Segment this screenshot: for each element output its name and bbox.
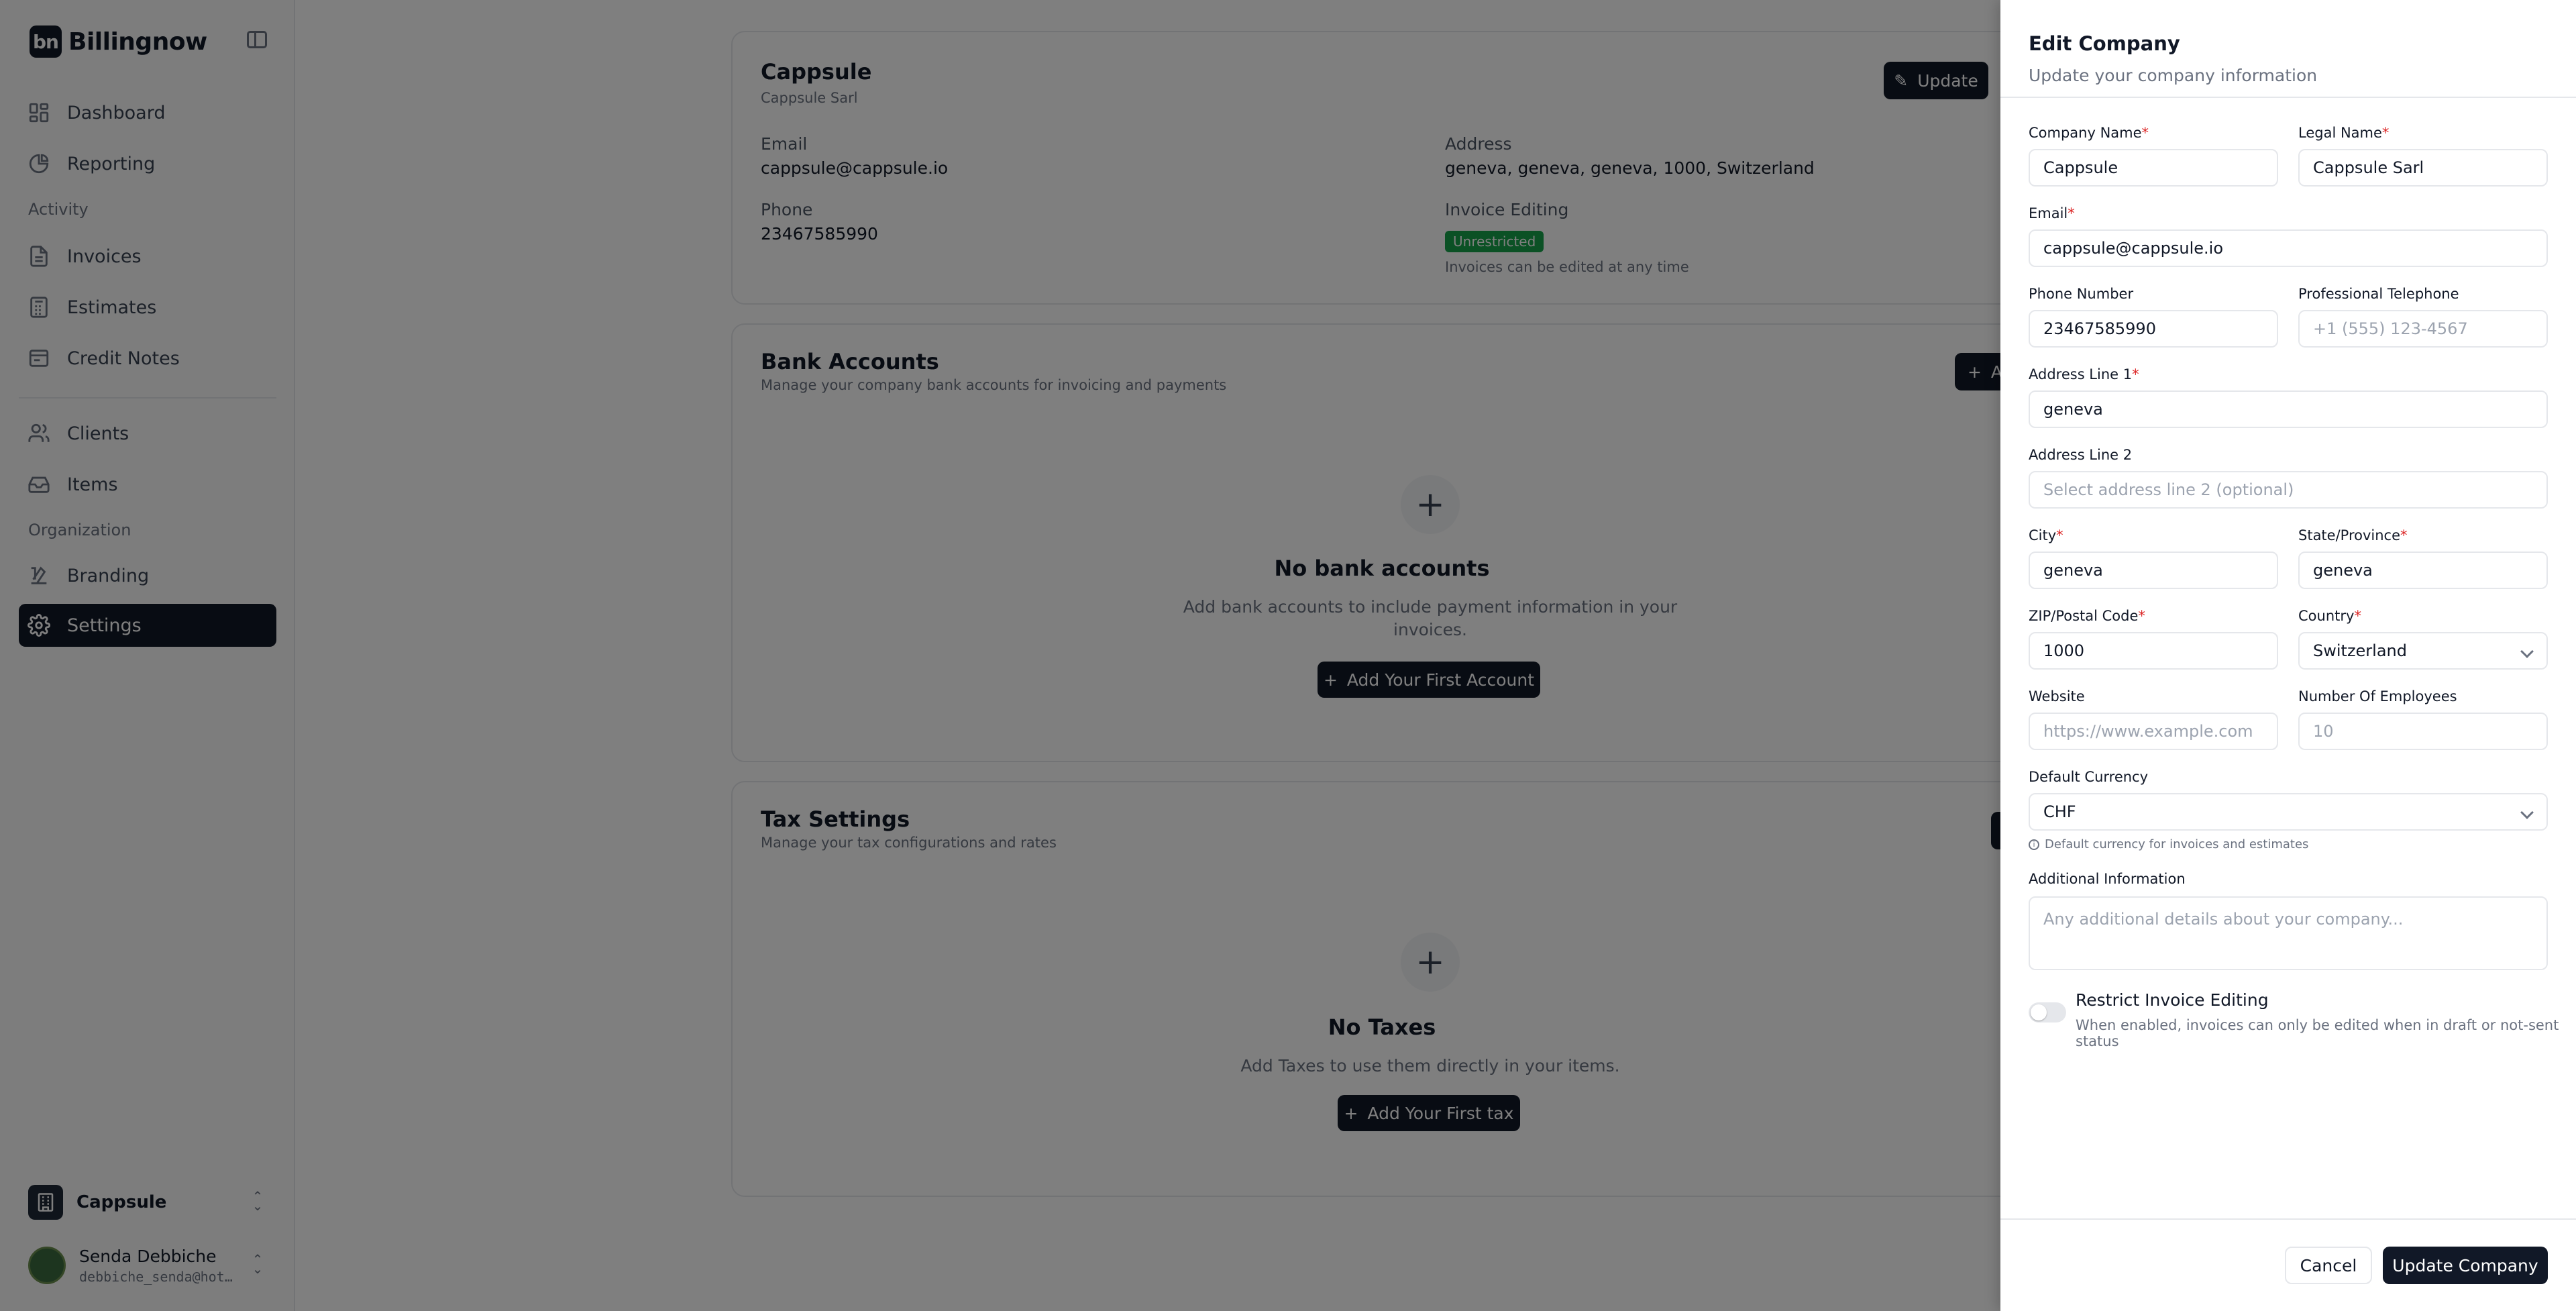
state-input[interactable]: geneva xyxy=(2298,552,2548,589)
update-company-button[interactable]: Update Company xyxy=(2383,1247,2548,1284)
additional-info-label: Additional Information xyxy=(2029,871,2186,887)
city-input[interactable]: geneva xyxy=(2029,552,2278,589)
currency-select[interactable]: CHF xyxy=(2029,793,2548,831)
address-line1-input[interactable]: geneva xyxy=(2029,390,2548,428)
address-line2-input[interactable]: Select address line 2 (optional) xyxy=(2029,471,2548,509)
employees-label: Number Of Employees xyxy=(2298,688,2457,704)
additional-info-textarea[interactable]: Any additional details about your compan… xyxy=(2029,896,2548,970)
drawer-divider xyxy=(2000,97,2576,98)
cancel-button[interactable]: Cancel xyxy=(2285,1247,2372,1284)
restrict-invoice-title: Restrict Invoice Editing xyxy=(2076,990,2269,1010)
address-line2-label: Address Line 2 xyxy=(2029,447,2133,463)
professional-telephone-input[interactable]: +1 (555) 123-4567 xyxy=(2298,310,2548,348)
info-icon: i xyxy=(2029,839,2039,850)
restrict-invoice-toggle[interactable] xyxy=(2029,1002,2066,1022)
country-label: Country* xyxy=(2298,608,2361,624)
legal-name-input[interactable]: Cappsule Sarl xyxy=(2298,149,2548,187)
country-select[interactable]: Switzerland xyxy=(2298,632,2548,670)
drawer-subtitle: Update your company information xyxy=(2029,66,2318,85)
currency-label: Default Currency xyxy=(2029,769,2149,785)
restrict-invoice-desc: When enabled, invoices can only be edite… xyxy=(2076,1017,2559,1049)
drawer-title: Edit Company xyxy=(2029,32,2180,55)
company-name-label: Company Name* xyxy=(2029,125,2149,141)
chevron-down-icon xyxy=(2520,645,2534,658)
website-input[interactable]: https://www.example.com xyxy=(2029,713,2278,750)
drawer-footer-divider xyxy=(2000,1218,2576,1220)
professional-telephone-label: Professional Telephone xyxy=(2298,286,2459,302)
email-label: Email* xyxy=(2029,205,2075,221)
edit-company-drawer: Edit Company Update your company informa… xyxy=(2000,0,2576,1311)
city-label: City* xyxy=(2029,527,2063,543)
state-label: State/Province* xyxy=(2298,527,2408,543)
phone-number-input[interactable]: 23467585990 xyxy=(2029,310,2278,348)
currency-hint: i Default currency for invoices and esti… xyxy=(2029,837,2308,851)
email-field[interactable]: cappsule@cappsule.io xyxy=(2029,229,2548,267)
website-label: Website xyxy=(2029,688,2085,704)
company-name-input[interactable]: Cappsule xyxy=(2029,149,2278,187)
employees-input[interactable]: 10 xyxy=(2298,713,2548,750)
address-line1-label: Address Line 1* xyxy=(2029,366,2139,382)
chevron-down-icon xyxy=(2520,806,2534,819)
zip-label: ZIP/Postal Code* xyxy=(2029,608,2145,624)
legal-name-label: Legal Name* xyxy=(2298,125,2390,141)
phone-number-label: Phone Number xyxy=(2029,286,2134,302)
zip-input[interactable]: 1000 xyxy=(2029,632,2278,670)
